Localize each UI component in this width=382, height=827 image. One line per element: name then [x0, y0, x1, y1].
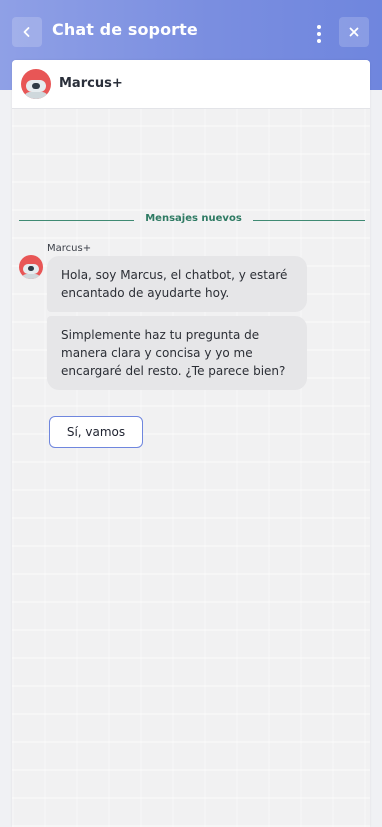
robot-avatar-icon [19, 255, 43, 279]
new-messages-label: Mensajes nuevos [145, 213, 242, 224]
new-messages-divider: Mensajes nuevos [19, 213, 365, 227]
more-options-button[interactable] [306, 20, 332, 48]
quick-reply-button[interactable]: Sí, vamos [49, 416, 143, 448]
close-icon [349, 27, 359, 37]
kebab-menu-icon [317, 25, 321, 29]
chevron-left-icon [23, 27, 30, 37]
bot-message: Hola, soy Marcus, el chatbot, y estaré e… [47, 256, 307, 312]
chat-title: Chat de soporte [52, 20, 198, 39]
bot-info-bar: Marcus+ [12, 60, 370, 109]
back-button[interactable] [12, 17, 42, 47]
message-list[interactable]: Mensajes nuevos Marcus+ Hola, soy Marcus… [12, 109, 370, 827]
chat-widget: Chat de soporte Marcus+ Mensajes nuevos [0, 0, 382, 827]
bot-message: Simplemente haz tu pregunta de manera cl… [47, 316, 307, 390]
bot-name: Marcus+ [59, 76, 123, 91]
robot-avatar-icon [21, 69, 51, 99]
message-sender: Marcus+ [47, 243, 92, 254]
chat-panel: Marcus+ Mensajes nuevos Marcus+ Hola, so… [12, 60, 370, 827]
close-button[interactable] [339, 17, 369, 47]
